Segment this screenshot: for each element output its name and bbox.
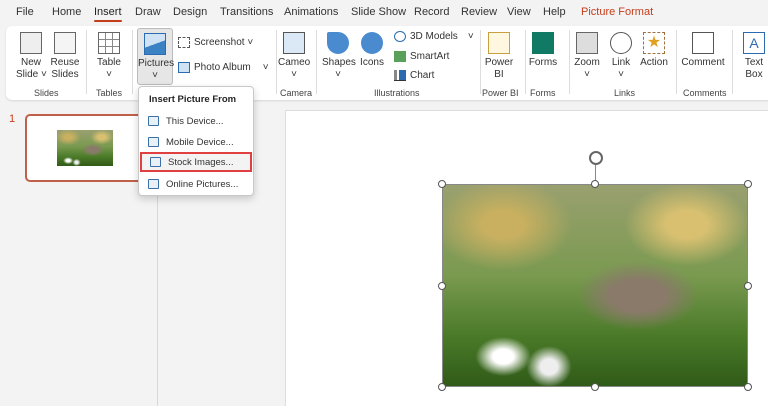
screenshot-button[interactable]: Screenshot ˅ xyxy=(178,37,253,48)
divider xyxy=(569,30,570,94)
menu-item-stock-images[interactable]: Stock Images... xyxy=(140,152,252,172)
tab-file[interactable]: File xyxy=(16,6,34,18)
stock-images-icon xyxy=(150,157,161,167)
selection-border xyxy=(442,184,748,387)
3d-models-button[interactable]: 3D Models ˅ xyxy=(394,31,474,42)
comment-icon xyxy=(692,32,714,54)
divider xyxy=(480,30,481,94)
menu-item-online-pictures[interactable]: Online Pictures... xyxy=(140,174,252,194)
comment-button[interactable]: Comment xyxy=(680,32,726,69)
photo-album-button[interactable]: Photo Album ˅ xyxy=(178,62,269,73)
mobile-picture-icon xyxy=(148,137,159,147)
tab-insert[interactable]: Insert xyxy=(94,6,122,22)
slide-canvas xyxy=(285,110,768,406)
group-links-label: Links xyxy=(614,88,636,98)
divider xyxy=(132,30,133,94)
power-bi-icon xyxy=(488,32,510,54)
slide-thumbnail[interactable] xyxy=(25,114,145,182)
link-icon xyxy=(610,32,632,54)
slide-number: 1 xyxy=(9,113,16,125)
group-forms-label: Forms xyxy=(530,88,556,98)
divider xyxy=(676,30,677,94)
tab-review[interactable]: Review xyxy=(461,6,497,18)
rotate-handle-icon[interactable] xyxy=(589,151,603,165)
tab-home[interactable]: Home xyxy=(52,6,81,18)
cameo-button[interactable]: Cameo ˅ xyxy=(278,32,310,81)
device-icon xyxy=(148,116,159,126)
thumbnail-kitten-image xyxy=(57,130,113,166)
menu-item-this-device[interactable]: This Device... xyxy=(140,111,252,131)
slide-thumbnail-pane: 1 xyxy=(0,104,158,406)
online-pictures-icon xyxy=(148,179,159,189)
resize-handle[interactable] xyxy=(744,282,752,290)
divider xyxy=(276,30,277,94)
tab-animations[interactable]: Animations xyxy=(284,6,338,18)
pictures-icon xyxy=(144,33,166,55)
link-button[interactable]: Link ˅ xyxy=(608,32,634,81)
tab-picture-format[interactable]: Picture Format xyxy=(581,6,653,18)
tab-transitions[interactable]: Transitions xyxy=(220,6,273,18)
resize-handle[interactable] xyxy=(744,383,752,391)
text-box-icon: A xyxy=(743,32,765,54)
tab-record[interactable]: Record xyxy=(414,6,449,18)
tab-help[interactable]: Help xyxy=(543,6,566,18)
smartart-button[interactable]: SmartArt xyxy=(394,51,449,62)
screenshot-icon xyxy=(178,37,190,48)
reuse-slides-button[interactable]: Reuse Slides xyxy=(50,32,80,81)
chart-icon xyxy=(394,70,406,81)
power-bi-button[interactable]: Power BI xyxy=(484,32,514,81)
icons-button[interactable]: Icons xyxy=(358,32,386,69)
tab-view[interactable]: View xyxy=(507,6,531,18)
group-tables-label: Tables xyxy=(96,88,123,98)
group-power-bi-label: Power BI xyxy=(482,88,519,98)
pictures-button[interactable]: Pictures ˅ xyxy=(137,28,174,85)
photo-album-icon xyxy=(178,62,190,73)
menu-item-mobile-device[interactable]: Mobile Device... xyxy=(140,132,252,152)
divider xyxy=(86,30,87,94)
cameo-icon xyxy=(283,32,305,54)
ribbon: New Slide ˅ Reuse Slides Slides Table ˅ T… xyxy=(6,26,768,100)
resize-handle[interactable] xyxy=(591,180,599,188)
icons-icon xyxy=(361,32,383,54)
cube-icon xyxy=(394,31,406,42)
menu-header: Insert Picture From xyxy=(149,94,237,105)
smartart-icon xyxy=(394,51,406,62)
resize-handle[interactable] xyxy=(438,180,446,188)
text-box-button[interactable]: A Text Box xyxy=(740,32,768,81)
insert-picture-menu: Insert Picture From This Device... Mobil… xyxy=(138,86,254,196)
tab-design[interactable]: Design xyxy=(173,6,207,18)
tab-slide-show[interactable]: Slide Show xyxy=(351,6,406,18)
chart-button[interactable]: Chart xyxy=(394,70,434,81)
divider xyxy=(525,30,526,94)
group-camera-label: Camera xyxy=(280,88,313,98)
group-slides-label: Slides xyxy=(34,88,59,98)
resize-handle[interactable] xyxy=(591,383,599,391)
divider xyxy=(732,30,733,94)
star-icon: ★ xyxy=(643,32,665,54)
forms-icon xyxy=(532,32,554,54)
group-comments-label: Comments xyxy=(683,88,727,98)
action-button[interactable]: ★ Action xyxy=(638,32,670,69)
zoom-icon xyxy=(576,32,598,54)
shapes-icon xyxy=(327,32,349,54)
forms-button[interactable]: Forms xyxy=(528,32,558,69)
resize-handle[interactable] xyxy=(744,180,752,188)
tab-draw[interactable]: Draw xyxy=(135,6,161,18)
group-illustrations-label: Illustrations xyxy=(374,88,420,98)
divider xyxy=(316,30,317,94)
new-slide-button[interactable]: New Slide ˅ xyxy=(16,32,47,81)
table-icon xyxy=(98,32,120,54)
zoom-button[interactable]: Zoom ˅ xyxy=(572,32,602,81)
reuse-slides-icon xyxy=(54,32,76,54)
resize-handle[interactable] xyxy=(438,282,446,290)
new-slide-icon xyxy=(20,32,42,54)
shapes-button[interactable]: Shapes ˅ xyxy=(322,32,356,81)
table-button[interactable]: Table ˅ xyxy=(94,32,124,81)
resize-handle[interactable] xyxy=(438,383,446,391)
